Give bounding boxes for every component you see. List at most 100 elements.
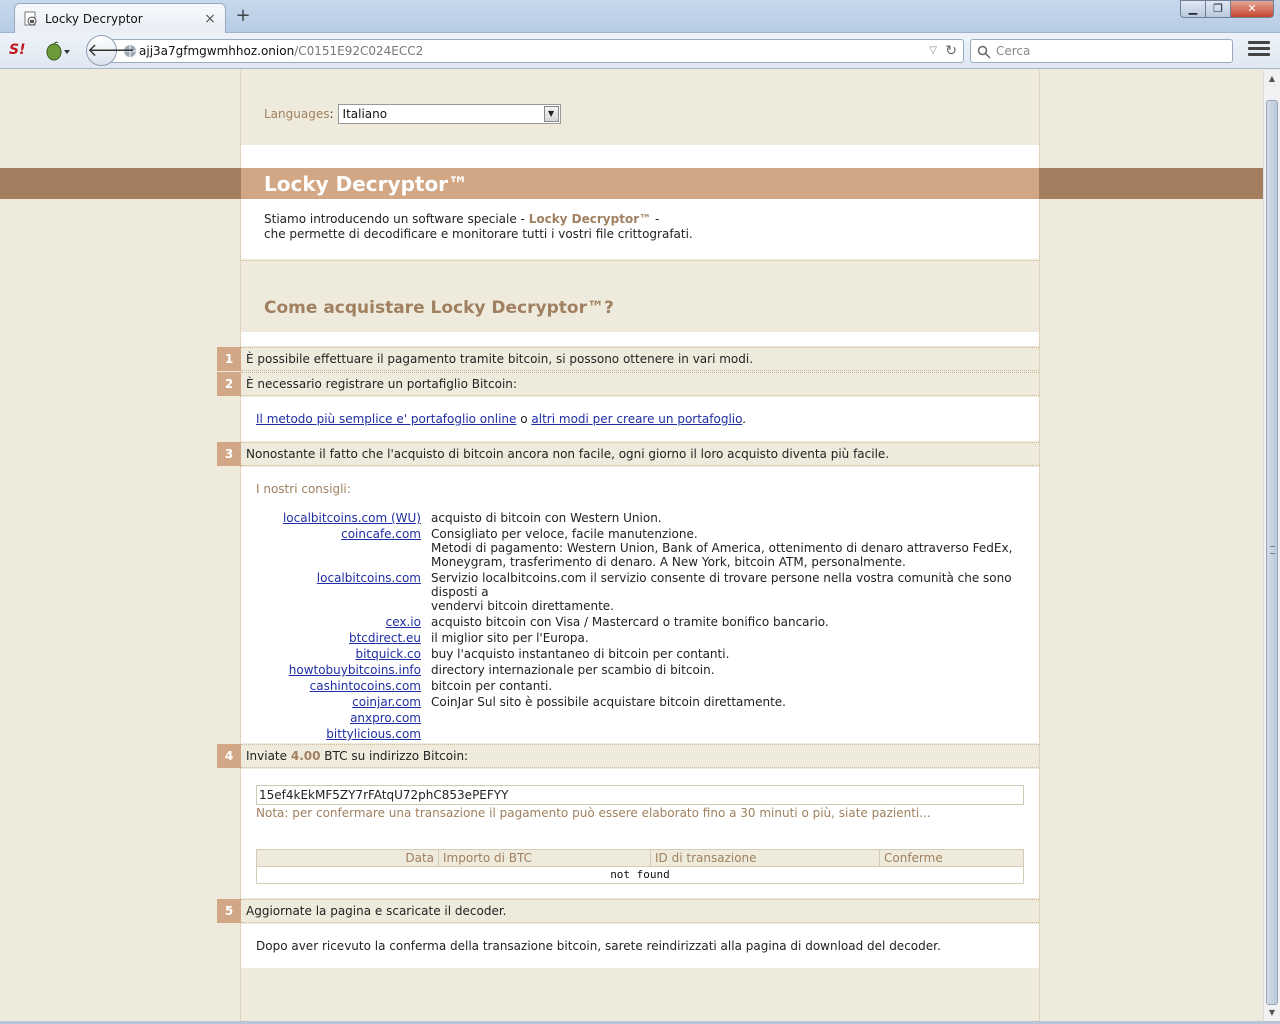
- bitcoin-address-field[interactable]: 15ef4kEkMF5ZY7rFAtqU72phC853ePEFYY: [256, 785, 1024, 805]
- site-link-cell: localbitcoins.com (WU): [256, 511, 431, 525]
- window-controls: ▁ ❐ ✕: [1180, 0, 1274, 18]
- table-empty-row: not found: [610, 868, 670, 881]
- title-bar: Locky Decryptor × + ▁ ❐ ✕: [0, 0, 1280, 33]
- close-window-button[interactable]: ✕: [1230, 0, 1274, 18]
- list-item: howtobuybitcoins.info directory internazi…: [256, 663, 1016, 677]
- redirect-info: Dopo aver ricevuto la conferma della tra…: [256, 939, 941, 953]
- url-host: ajj3a7gfmgwmhhoz.onion: [139, 44, 295, 58]
- reload-icon[interactable]: ↻: [945, 40, 957, 62]
- online-wallet-link[interactable]: Il metodo più semplice e' portafoglio on…: [256, 412, 516, 426]
- site-link-cell: coincafe.com: [256, 527, 431, 569]
- column-header: Data: [257, 850, 439, 866]
- table-header-row: Data Importo di BTC ID di transazione Co…: [257, 850, 1023, 867]
- list-item: localbitcoins.com Servizio localbitcoins.…: [256, 571, 1016, 613]
- confirmation-note: Nota: per confermare una transazione il …: [256, 806, 931, 820]
- site-link-cell: localbitcoins.com: [256, 571, 431, 613]
- exchange-link[interactable]: coincafe.com: [341, 527, 421, 541]
- btc-amount: 4.00: [290, 749, 321, 763]
- page-viewport: Languages: Italiano ▼ Locky Decryptor™ S…: [0, 70, 1263, 1021]
- step-text: È necessario registrare un portafiglio B…: [246, 377, 517, 391]
- list-item: btcdirect.eu il miglior sito per l'Europa…: [256, 631, 1016, 645]
- scroll-down-arrow-icon[interactable]: ▼: [1264, 1004, 1280, 1021]
- exchange-link[interactable]: btcdirect.eu: [349, 631, 421, 645]
- exchange-link[interactable]: localbitcoins.com: [317, 571, 421, 585]
- list-item: localbitcoins.com (WU) acquisto di bitcoi…: [256, 511, 1016, 525]
- scroll-up-arrow-icon[interactable]: ▲: [1264, 70, 1280, 87]
- document-lock-icon: [24, 11, 37, 25]
- site-link-cell: howtobuybitcoins.info: [256, 663, 431, 677]
- tab-title: Locky Decryptor: [45, 11, 143, 26]
- column-header: Conferme: [884, 851, 943, 865]
- vertical-scrollbar[interactable]: ▲ ▼: [1263, 70, 1280, 1021]
- exchange-description: bitcoin per contanti.: [431, 679, 553, 693]
- step-number: 2: [217, 372, 241, 396]
- list-item: bitquick.co buy l'acquisto instantaneo di…: [256, 647, 1016, 661]
- list-item: cashintocoins.com bitcoin per contanti.: [256, 679, 1016, 693]
- url-path: /C0151E92C024ECC2: [294, 44, 424, 58]
- divider: [241, 260, 1039, 261]
- step-text: Inviate 4.00 BTC su indirizzo Bitcoin:: [246, 749, 469, 763]
- exchange-description: il miglior sito per l'Europa.: [431, 631, 589, 645]
- list-item: bittylicious.com: [256, 727, 1016, 741]
- scroll-thumb[interactable]: [1266, 100, 1278, 1005]
- exchange-description: CoinJar Sul sito è possibile acquistare …: [431, 695, 786, 709]
- s-logo-icon[interactable]: S!: [9, 42, 25, 58]
- site-link-cell: cashintocoins.com: [256, 679, 431, 693]
- onion-icon[interactable]: [44, 41, 72, 61]
- site-link-cell: bitquick.co: [256, 647, 431, 661]
- url-history-dropdown-icon[interactable]: ▽: [929, 40, 937, 62]
- back-button[interactable]: 🡐: [86, 35, 135, 66]
- page-title: Locky Decryptor™: [264, 172, 469, 196]
- exchange-link[interactable]: howtobuybitcoins.info: [289, 663, 421, 677]
- step-text: È possibile effettuare il pagamento tram…: [246, 352, 754, 366]
- url-bar[interactable]: ajj3a7gfmgwmhhoz.onion/C0151E92C024ECC2 …: [108, 39, 964, 63]
- dropdown-arrow-icon[interactable]: ▼: [543, 106, 559, 122]
- site-link-cell: cex.io: [256, 615, 431, 629]
- other-wallets-link[interactable]: altri modi per creare un portafoglio: [531, 412, 742, 426]
- column-header: Importo di BTC: [439, 850, 651, 866]
- new-tab-button[interactable]: +: [233, 6, 253, 26]
- exchange-link[interactable]: localbitcoins.com (WU): [283, 511, 421, 525]
- browser-tab[interactable]: Locky Decryptor ×: [14, 3, 226, 33]
- step-text: Aggiornate la pagina e scaricate il deco…: [246, 904, 507, 918]
- exchange-link[interactable]: coinjar.com: [352, 695, 421, 709]
- site-link-cell: coinjar.com: [256, 695, 431, 709]
- step-number: 1: [217, 347, 241, 371]
- exchange-description: Consigliato per veloce, facile manutenzi…: [431, 527, 1013, 569]
- language-select[interactable]: Italiano ▼: [337, 104, 561, 124]
- site-link-cell: anxpro.com: [256, 711, 431, 725]
- maximize-button[interactable]: ❐: [1205, 0, 1231, 18]
- minimize-button[interactable]: ▁: [1180, 0, 1206, 18]
- exchange-link[interactable]: anxpro.com: [350, 711, 421, 725]
- spacer-panel: [241, 332, 1039, 346]
- step-number: 5: [217, 899, 241, 923]
- wallet-links: Il metodo più semplice e' portafoglio on…: [256, 412, 747, 426]
- step-number: 4: [217, 744, 241, 768]
- exchange-description: Servizio localbitcoins.com il servizio c…: [431, 571, 1012, 613]
- exchange-link[interactable]: cex.io: [386, 615, 421, 629]
- brand-name: Locky Decryptor™: [528, 212, 652, 226]
- exchange-description: acquisto di bitcoin con Western Union.: [431, 511, 662, 525]
- site-link-cell: bittylicious.com: [256, 727, 431, 741]
- list-item: anxpro.com: [256, 711, 1016, 725]
- exchange-link[interactable]: bitquick.co: [355, 647, 421, 661]
- how-to-buy-heading: Come acquistare Locky Decryptor™?: [264, 298, 614, 318]
- exchange-description: acquisto bitcoin con Visa / Mastercard o…: [431, 615, 829, 629]
- list-item: cex.io acquisto bitcoin con Visa / Master…: [256, 615, 1016, 629]
- exchange-link[interactable]: bittylicious.com: [326, 727, 421, 741]
- list-item: coincafe.com Consigliato per veloce, faci…: [256, 527, 1016, 569]
- column-header: ID di transazione: [651, 850, 880, 866]
- step-number: 3: [217, 442, 241, 466]
- transactions-table: Data Importo di BTC ID di transazione Co…: [256, 849, 1024, 884]
- hamburger-menu-icon[interactable]: [1248, 41, 1270, 59]
- list-item: coinjar.com CoinJar Sul sito è possibile …: [256, 695, 1016, 709]
- step-text: Nonostante il fatto che l'acquisto di bi…: [246, 447, 890, 461]
- navigation-toolbar: S! ajj3a7gfmgwmhhoz.onion/C0151E92C024EC…: [0, 33, 1280, 69]
- advice-heading: I nostri consigli:: [256, 482, 351, 496]
- language-selected-value: Italiano: [342, 107, 388, 121]
- language-label: Languages: [264, 107, 330, 121]
- search-input[interactable]: Cerca: [970, 39, 1233, 63]
- tab-close-icon[interactable]: ×: [203, 11, 217, 27]
- site-link-cell: btcdirect.eu: [256, 631, 431, 645]
- exchange-link[interactable]: cashintocoins.com: [310, 679, 421, 693]
